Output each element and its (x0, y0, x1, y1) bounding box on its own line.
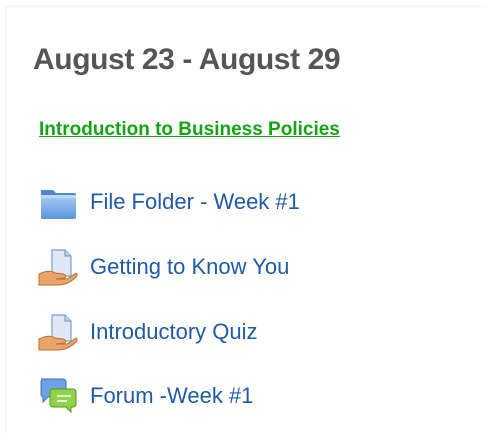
activity-label[interactable]: Getting to Know You (90, 254, 289, 280)
document-hand-icon (37, 247, 79, 287)
activity-label[interactable]: File Folder - Week #1 (90, 189, 300, 215)
document-hand-icon (37, 312, 79, 352)
section-title: August 23 - August 29 (33, 43, 341, 76)
folder-icon (37, 182, 79, 222)
activity-file-folder[interactable]: File Folder - Week #1 (37, 182, 300, 222)
course-section: August 23 - August 29 Introduction to Bu… (6, 6, 484, 434)
activity-label[interactable]: Introductory Quiz (90, 319, 258, 345)
activity-forum[interactable]: Forum -Week #1 (37, 376, 253, 416)
activity-introductory-quiz[interactable]: Introductory Quiz (37, 312, 258, 352)
activity-getting-to-know-you[interactable]: Getting to Know You (37, 247, 289, 287)
activity-label[interactable]: Forum -Week #1 (90, 383, 253, 409)
forum-icon (37, 376, 79, 416)
section-summary-link[interactable]: Introduction to Business Policies (39, 119, 340, 141)
